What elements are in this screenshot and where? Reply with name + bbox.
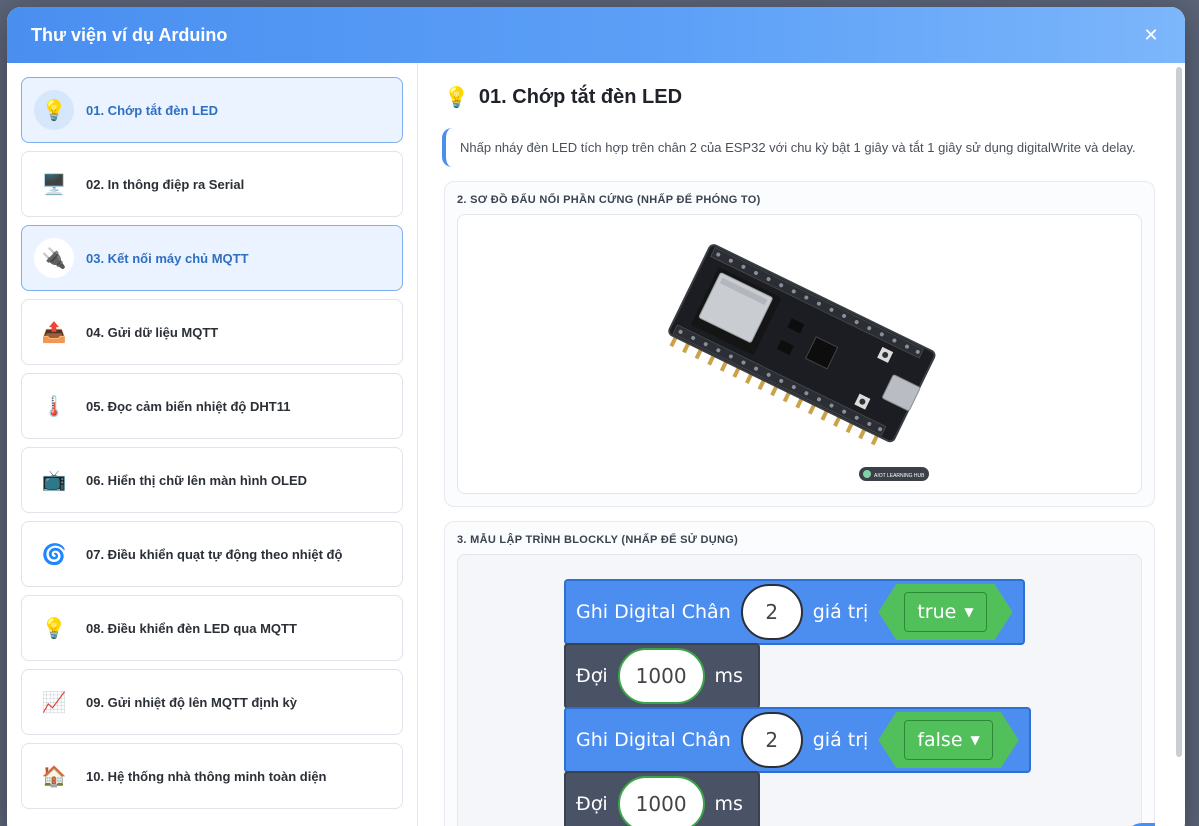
boolean-dropdown[interactable]: false ▼ [904, 720, 992, 760]
example-label: 04. Gửi dữ liệu MQTT [86, 324, 219, 340]
scrollbar[interactable] [1176, 67, 1182, 757]
blockly-title: 3. MẪU LẬP TRÌNH BLOCKLY (NHẤP ĐỂ SỬ DỤN… [457, 534, 739, 546]
modal-header: Thư viện ví dụ Arduino ✕ [7, 7, 1185, 63]
example-item-03[interactable]: 🔌 03. Kết nối máy chủ MQTT [21, 225, 403, 291]
lightbulb-icon: 💡 [444, 87, 469, 109]
digital-write-block-1[interactable]: Ghi Digital Chân 2 giá trị true ▼ [564, 579, 1025, 645]
monitor-icon: 🖥️ [41, 173, 67, 196]
unit-label: ms [714, 665, 743, 687]
pin-input[interactable]: 2 [740, 584, 803, 640]
delay-input[interactable]: 1000 [617, 648, 705, 704]
detail-title-text: 01. Chớp tắt đèn LED [478, 86, 683, 108]
block-label: Ghi Digital Chân [576, 729, 731, 751]
example-detail: 💡 01. Chớp tắt đèn LED Nhấp nháy đèn LED… [418, 63, 1185, 826]
logo-badge: AIOT LEARNING HUB [859, 467, 929, 481]
detail-description: Nhấp nháy đèn LED tích hợp trên chân 2 c… [442, 128, 1155, 167]
block-label: Đợi [576, 665, 608, 687]
example-label: 08. Điều khiển đèn LED qua MQTT [86, 620, 297, 636]
boolean-value: true [917, 601, 957, 623]
example-label: 07. Điều khiển quạt tự động theo nhiệt đ… [86, 546, 343, 562]
block-label: Ghi Digital Chân [576, 601, 731, 623]
hardware-section: 2. SƠ ĐỒ ĐẤU NỐI PHẦN CỨNG (NHẤP ĐỂ PHÓN… [444, 181, 1155, 507]
unit-label: ms [714, 793, 743, 815]
pin-input[interactable]: 2 [740, 712, 803, 768]
thermometer-icon: 🌡️ [41, 395, 67, 418]
outbox-icon: 📤 [41, 321, 67, 344]
house-icon: 🏠 [41, 765, 67, 788]
block-label: Đợi [576, 793, 608, 815]
lightbulb-icon: 💡 [41, 617, 67, 640]
dropdown-arrow-icon: ▼ [970, 733, 980, 747]
example-item-06[interactable]: 📺 06. Hiển thị chữ lên màn hình OLED [21, 447, 403, 513]
example-item-08[interactable]: 💡 08. Điều khiển đèn LED qua MQTT [21, 595, 403, 661]
delay-block-2[interactable]: Đợi 1000 ms [564, 771, 760, 826]
hardware-diagram[interactable]: AIOT LEARNING HUB [457, 214, 1142, 494]
svg-text:AIOT LEARNING HUB: AIOT LEARNING HUB [874, 473, 925, 479]
boolean-value: false [917, 729, 963, 751]
example-label: 09. Gửi nhiệt độ lên MQTT định kỳ [86, 694, 297, 710]
close-button[interactable]: ✕ [1141, 25, 1161, 46]
example-item-07[interactable]: 🌀 07. Điều khiển quạt tự động theo nhiệt… [21, 521, 403, 587]
hardware-title: 2. SƠ ĐỒ ĐẤU NỐI PHẦN CỨNG (NHẤP ĐỂ PHÓN… [457, 194, 761, 206]
blockly-workspace[interactable]: Ghi Digital Chân 2 giá trị true ▼ Đợi 100… [457, 554, 1142, 826]
example-item-02[interactable]: 🖥️ 02. In thông điệp ra Serial [21, 151, 403, 217]
example-label: 06. Hiển thị chữ lên màn hình OLED [86, 472, 308, 488]
example-label: 10. Hệ thống nhà thông minh toàn diện [86, 768, 327, 784]
cyclone-icon: 🌀 [41, 543, 67, 566]
tv-icon: 📺 [41, 469, 67, 492]
modal-body: 💡 01. Chớp tắt đèn LED 🖥️ 02. In thông đ… [7, 63, 1185, 826]
delay-block-1[interactable]: Đợi 1000 ms [564, 643, 760, 709]
boolean-block[interactable]: false ▼ [878, 712, 1018, 768]
example-item-01[interactable]: 💡 01. Chớp tắt đèn LED [21, 77, 403, 143]
lightbulb-icon: 💡 [34, 90, 74, 130]
example-item-05[interactable]: 🌡️ 05. Đọc cảm biến nhiệt độ DHT11 [21, 373, 403, 439]
delay-input[interactable]: 1000 [617, 776, 705, 826]
example-list: 💡 01. Chớp tắt đèn LED 🖥️ 02. In thông đ… [7, 63, 418, 826]
value-label: giá trị [812, 729, 869, 751]
digital-write-block-2[interactable]: Ghi Digital Chân 2 giá trị false ▼ [564, 707, 1031, 773]
modal-title: Thư viện ví dụ Arduino [31, 24, 228, 45]
examples-modal: Thư viện ví dụ Arduino ✕ 💡 01. Chớp tắt … [7, 7, 1185, 826]
example-item-09[interactable]: 📈 09. Gửi nhiệt độ lên MQTT định kỳ [21, 669, 403, 735]
boolean-block[interactable]: true ▼ [878, 584, 1012, 640]
example-label: 02. In thông điệp ra Serial [86, 176, 245, 192]
example-item-04[interactable]: 📤 04. Gửi dữ liệu MQTT [21, 299, 403, 365]
example-label: 05. Đọc cảm biến nhiệt độ DHT11 [86, 398, 291, 414]
example-item-10[interactable]: 🏠 10. Hệ thống nhà thông minh toàn diện [21, 743, 403, 809]
value-label: giá trị [812, 601, 869, 623]
example-label: 01. Chớp tắt đèn LED [86, 102, 219, 118]
boolean-dropdown[interactable]: true ▼ [904, 592, 986, 632]
dropdown-arrow-icon: ▼ [964, 605, 974, 619]
esp32-board-image: AIOT LEARNING HUB [668, 244, 936, 481]
example-label: 03. Kết nối máy chủ MQTT [86, 250, 249, 266]
chart-icon: 📈 [41, 691, 67, 714]
blockly-section: 3. MẪU LẬP TRÌNH BLOCKLY (NHẤP ĐỂ SỬ DỤN… [444, 521, 1155, 826]
plug-icon: 🔌 [34, 238, 74, 278]
detail-title: 💡 01. Chớp tắt đèn LED [444, 85, 1155, 110]
